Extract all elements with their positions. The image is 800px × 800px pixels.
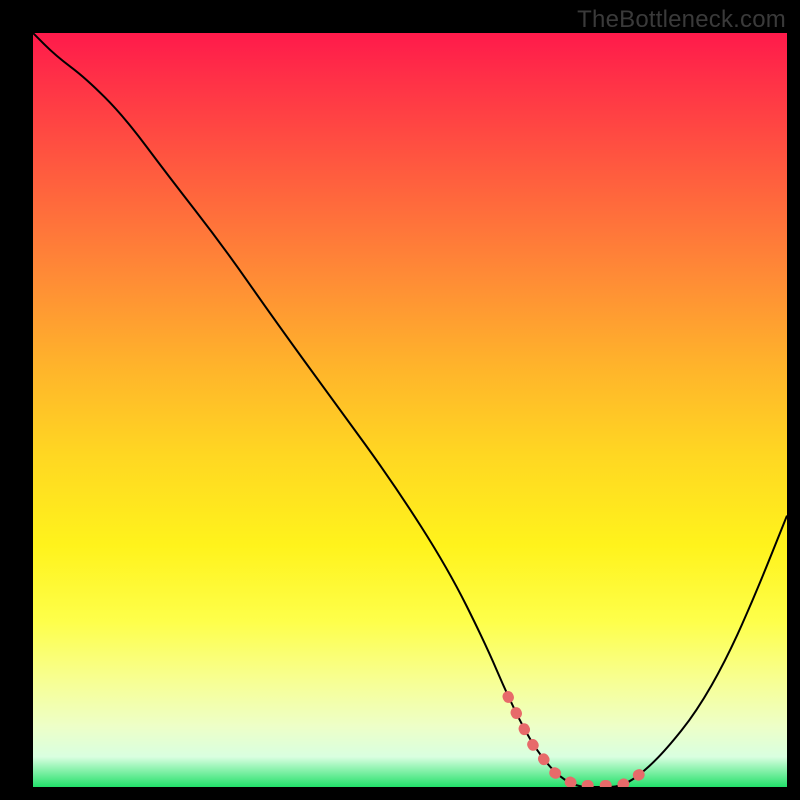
plot-area	[33, 33, 787, 787]
bottleneck-curve	[33, 33, 787, 787]
plot-overlay	[33, 33, 787, 787]
watermark-text: TheBottleneck.com	[577, 6, 786, 34]
chart-frame: TheBottleneck.com	[0, 0, 800, 800]
optimal-region-highlight	[508, 697, 644, 786]
